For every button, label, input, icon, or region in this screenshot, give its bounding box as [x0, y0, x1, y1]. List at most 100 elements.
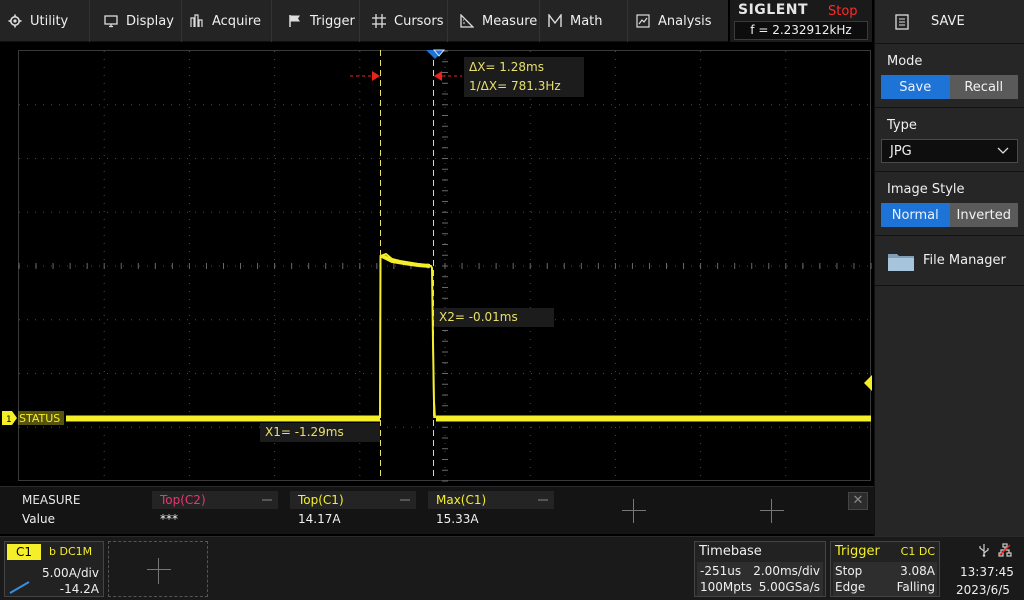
measure-item-dash — [262, 499, 272, 501]
siglent-logo: SIGLENT — [738, 2, 809, 18]
network-icon — [998, 543, 1012, 557]
menu-math[interactable]: Math — [540, 0, 628, 42]
waveform-display[interactable]: 1 STATUS ΔX= 1.28ms 1/ΔX= 781.3Hz X2= -0… — [0, 42, 874, 486]
menu-measure-label: Measure — [482, 13, 538, 29]
file-manager-button[interactable]: File Manager — [875, 236, 1024, 286]
menu-acquire-label: Acquire — [212, 13, 261, 29]
menu-cursors-label: Cursors — [394, 13, 444, 29]
cursors-icon — [372, 14, 386, 28]
measure-value-top-c1: 14.17A — [298, 512, 341, 526]
channel1-panel[interactable]: C1 b DC1M 5.00A/div -14.2A — [4, 541, 104, 597]
menu-trigger-label: Trigger — [310, 13, 355, 29]
add-measure-plus-icon[interactable] — [622, 499, 646, 523]
run-state[interactable]: Stop — [828, 4, 858, 19]
measure-item-max-c1[interactable]: Max(C1) 15.33A — [428, 491, 554, 531]
cursor-x2-arrow-icon — [434, 71, 442, 81]
trigger-level-marker — [864, 375, 872, 391]
channel1-coupling: b DC1M — [49, 545, 93, 558]
clock-date: 2023/6/5 — [956, 583, 1010, 597]
measure-row-label: Value — [22, 512, 55, 526]
mode-label: Mode — [887, 54, 923, 69]
folder-icon — [888, 253, 914, 271]
delta-x-value: ΔX= 1.28ms — [469, 60, 544, 74]
trigger-source: C1 DC — [900, 545, 935, 558]
analysis-icon — [636, 14, 650, 28]
image-style-normal-button[interactable]: Normal — [881, 203, 950, 227]
trigger-label: Trigger — [835, 544, 880, 559]
status-label: STATUS — [19, 412, 60, 425]
menu-analysis-label: Analysis — [658, 13, 712, 29]
flag-icon — [288, 14, 302, 28]
usb-icon — [979, 544, 989, 557]
mode-recall-button[interactable]: Recall — [949, 75, 1018, 99]
channel1-offset: -14.2A — [59, 582, 99, 596]
chevron-down-icon — [997, 147, 1009, 154]
image-style-inverted-button[interactable]: Inverted — [949, 203, 1018, 227]
measure-item-top-c1[interactable]: Top(C1) 14.17A — [290, 491, 416, 531]
type-value: JPG — [890, 143, 912, 159]
measure-header-text: Top(C1) — [298, 493, 344, 507]
add-channel-slot[interactable] — [108, 541, 208, 597]
menu-utility-label: Utility — [30, 13, 69, 29]
measure-item-dash — [538, 499, 548, 501]
status-bar: C1 b DC1M 5.00A/div -14.2A Timebase -251… — [0, 536, 1024, 600]
menu-display[interactable]: Display — [90, 0, 182, 42]
measure-icon — [460, 14, 474, 28]
mode-save-button[interactable]: Save — [881, 75, 950, 99]
image-style-label: Image Style — [887, 182, 965, 197]
timebase-label: Timebase — [699, 544, 762, 559]
add-measure-plus-icon[interactable] — [760, 499, 784, 523]
gear-icon — [8, 14, 22, 28]
cursor-delta-readout: ΔX= 1.28ms 1/ΔX= 781.3Hz — [464, 57, 584, 97]
ch1-marker-number: 1 — [6, 415, 12, 425]
trigger-panel[interactable]: Trigger C1 DC Stop 3.08A Edge Falling — [830, 541, 940, 597]
measure-title: MEASURE — [22, 493, 81, 507]
type-select[interactable]: JPG — [881, 139, 1018, 163]
frequency-counter: f = 2.232912kHz — [734, 21, 868, 40]
measure-value-max-c1: 15.33A — [436, 512, 479, 526]
menu-bar: Utility Display Acquire Trigger Cursors … — [0, 0, 728, 42]
waveform-graticule: 1 STATUS — [2, 49, 872, 482]
type-section: Type JPG — [875, 108, 1024, 172]
trigger-level: 3.08A — [900, 564, 935, 578]
measure-header-max-c1: Max(C1) — [428, 491, 554, 509]
channel1-scale: 5.00A/div — [41, 566, 99, 580]
timebase-scale: 2.00ms/div — [753, 564, 820, 578]
math-icon — [548, 14, 562, 28]
cursor-x1-readout: X1= -1.29ms — [260, 423, 380, 442]
menu-cursors[interactable]: Cursors — [360, 0, 448, 42]
measure-header-top-c1: Top(C1) — [290, 491, 416, 509]
timebase-memory: 100Mpts — [700, 580, 752, 594]
brand-area: SIGLENT Stop f = 2.232912kHz — [730, 0, 872, 42]
measure-value-top-c2: *** — [160, 512, 178, 526]
mode-toggle: Save Recall — [881, 75, 1018, 99]
menu-measure[interactable]: Measure — [448, 0, 540, 42]
measure-item-top-c2[interactable]: Top(C2) *** — [152, 491, 278, 531]
acquire-icon — [190, 14, 204, 28]
measure-title-col: MEASURE Value — [14, 491, 144, 531]
measure-header-text: Max(C1) — [436, 493, 487, 507]
menu-trigger[interactable]: Trigger — [272, 0, 360, 42]
measure-item-dash — [400, 499, 410, 501]
timebase-sample-rate: 5.00GSa/s — [758, 580, 820, 594]
timebase-panel[interactable]: Timebase -251us 2.00ms/div 100Mpts 5.00G… — [694, 541, 826, 597]
mode-section: Mode Save Recall — [875, 44, 1024, 108]
file-manager-label: File Manager — [923, 253, 1006, 268]
save-panel: SAVE Mode Save Recall Type JPG Image Sty… — [874, 0, 1024, 540]
type-label: Type — [887, 118, 917, 133]
menu-utility[interactable]: Utility — [0, 0, 90, 42]
timebase-delay: -251us — [700, 564, 742, 578]
menu-display-label: Display — [126, 13, 174, 29]
add-channel-plus-icon — [147, 558, 171, 584]
inv-delta-x-value: 1/ΔX= 781.3Hz — [469, 79, 561, 93]
save-doc-icon — [895, 13, 909, 30]
save-panel-title: SAVE — [931, 14, 965, 29]
menu-acquire[interactable]: Acquire — [182, 0, 272, 42]
ch1-trace — [66, 252, 871, 422]
save-panel-header: SAVE — [875, 0, 1024, 44]
menu-analysis[interactable]: Analysis — [628, 0, 728, 42]
ch1-falling-edge — [432, 341, 435, 419]
measure-close-button[interactable]: ✕ — [848, 492, 868, 510]
probe-icon — [9, 581, 30, 594]
trigger-body: Stop 3.08A Edge Falling — [833, 562, 937, 596]
